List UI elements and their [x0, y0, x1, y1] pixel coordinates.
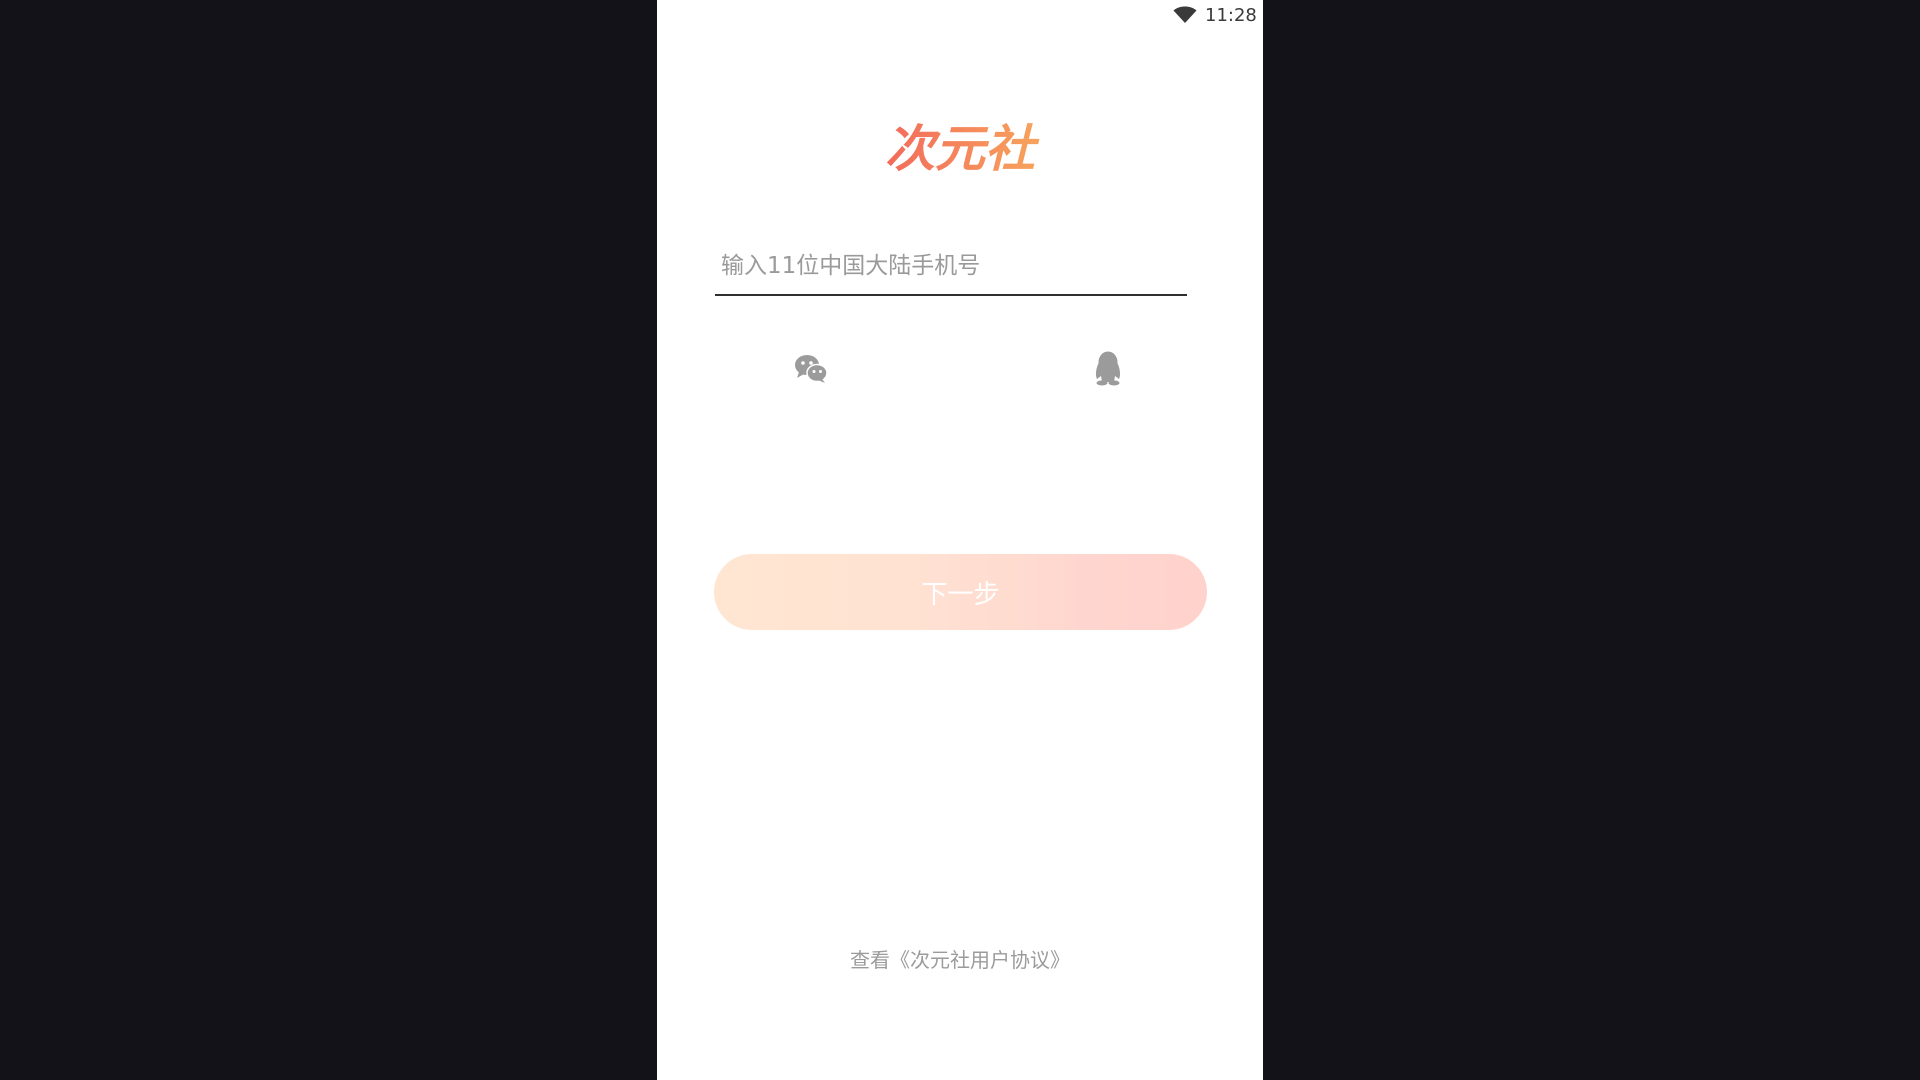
wechat-login-button[interactable]: [791, 349, 831, 389]
phone-number-input[interactable]: [715, 246, 1187, 286]
phone-input-container: [715, 246, 1187, 296]
next-button[interactable]: 下一步: [714, 554, 1207, 630]
app-screen: 11:28 次元社 输入11位中国大陆手机号 下一步 查看《次元社用户协议》: [657, 0, 1263, 1080]
qq-login-button[interactable]: [1088, 349, 1128, 389]
app-logo: 次元社: [885, 120, 1040, 178]
screen-backdrop: 11:28 次元社 输入11位中国大陆手机号 下一步 查看《次元社用户协议》: [0, 0, 1920, 1080]
logo-text: 次元社: [885, 120, 1040, 178]
wechat-icon: [795, 355, 828, 383]
user-agreement-link[interactable]: 查看《次元社用户协议》: [657, 944, 1263, 973]
qq-icon: [1095, 351, 1121, 386]
status-bar: 11:28: [657, 0, 1263, 32]
wifi-icon: [1173, 6, 1197, 23]
status-time: 11:28: [1205, 5, 1257, 26]
